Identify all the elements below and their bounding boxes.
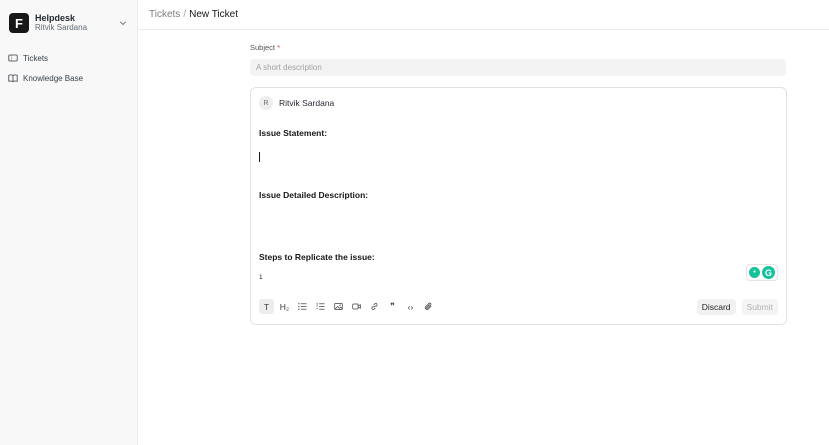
new-ticket-form: Subject * R Ritvik Sardana Issue Stateme… — [250, 43, 787, 325]
subject-label-text: Subject — [250, 43, 276, 52]
issue-description-heading: Issue Detailed Description: — [259, 190, 369, 200]
description-editor[interactable]: R Ritvik Sardana Issue Statement: Issue … — [250, 87, 787, 325]
chevron-down-icon — [120, 21, 126, 26]
editor-toolbar: T H₂ ❞ ‹› — [259, 299, 436, 314]
sidebar: F Helpdesk Ritvik Sardana Tickets Knowle… — [0, 0, 138, 445]
subject-label: Subject * — [250, 43, 787, 52]
steps-to-replicate-heading: Steps to Replicate the issue: — [259, 252, 375, 262]
brand-switcher[interactable]: F Helpdesk Ritvik Sardana — [6, 8, 131, 38]
numbered-list-icon[interactable] — [313, 299, 328, 314]
sidebar-item-knowledge-base[interactable]: Knowledge Base — [6, 68, 131, 88]
quote-icon[interactable]: ❞ — [385, 299, 400, 314]
sidebar-item-label: Knowledge Base — [23, 73, 84, 83]
editor-actions: Discard Submit — [696, 299, 778, 315]
lightbulb-icon[interactable]: • — [749, 267, 760, 278]
image-icon[interactable] — [331, 299, 346, 314]
breadcrumb-separator: / — [183, 9, 187, 20]
discard-button[interactable]: Discard — [696, 299, 736, 315]
video-icon[interactable] — [349, 299, 364, 314]
link-icon[interactable] — [367, 299, 382, 314]
issue-statement-heading: Issue Statement: — [259, 128, 328, 138]
ticket-icon — [8, 54, 18, 62]
app-root: F Helpdesk Ritvik Sardana Tickets Knowle… — [0, 0, 829, 445]
list-item-number: 1 — [259, 274, 263, 281]
brand-user: Ritvik Sardana — [35, 22, 88, 32]
grammarly-icon[interactable]: G — [762, 266, 775, 279]
text-cursor — [259, 152, 260, 162]
sidebar-item-label: Tickets — [23, 53, 49, 63]
brand-text: Helpdesk Ritvik Sardana — [35, 13, 118, 32]
book-icon — [8, 74, 18, 83]
author-name: Ritvik Sardana — [279, 98, 335, 108]
bullet-list-icon[interactable] — [295, 299, 310, 314]
submit-button[interactable]: Submit — [741, 299, 778, 315]
attachment-icon[interactable] — [421, 299, 436, 314]
grammarly-widget[interactable]: • G — [746, 264, 778, 281]
subject-input[interactable] — [250, 59, 786, 76]
code-icon[interactable]: ‹› — [403, 299, 418, 314]
text-icon[interactable]: T — [259, 299, 274, 314]
sidebar-item-tickets[interactable]: Tickets — [6, 48, 131, 68]
brand-logo: F — [9, 13, 29, 33]
page-title: New Ticket — [189, 9, 238, 20]
avatar: R — [259, 96, 273, 110]
required-marker: * — [277, 43, 281, 52]
author-info: R Ritvik Sardana — [259, 96, 334, 110]
main-content: Tickets / New Ticket Subject * R Ritvik … — [138, 0, 829, 445]
heading-icon[interactable]: H₂ — [277, 299, 292, 314]
breadcrumb: Tickets / New Ticket — [138, 0, 829, 30]
breadcrumb-tickets-link[interactable]: Tickets — [149, 9, 180, 20]
